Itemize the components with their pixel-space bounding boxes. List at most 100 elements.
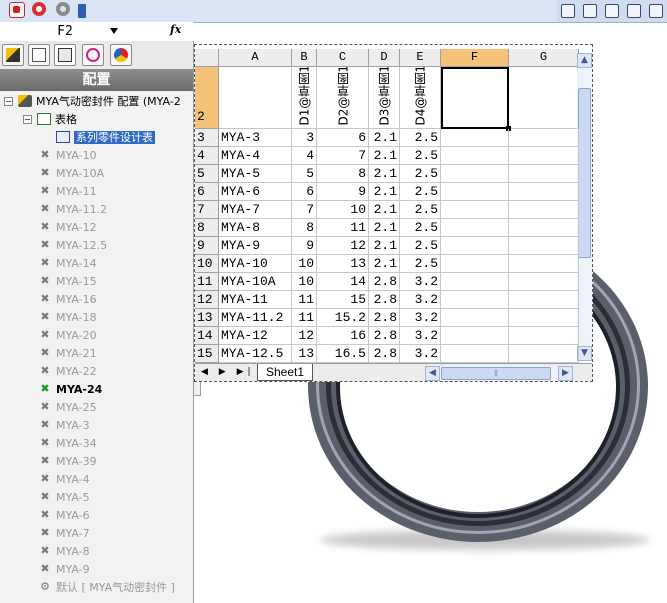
- config-item[interactable]: ✖ MYA-21: [38, 345, 96, 363]
- table-cell[interactable]: [509, 165, 579, 183]
- column-header[interactable]: C: [317, 49, 369, 67]
- table-cell[interactable]: MYA-12.5: [219, 345, 292, 363]
- table-cell[interactable]: 3.2: [400, 273, 441, 291]
- collapse-icon[interactable]: −: [23, 115, 32, 124]
- table-cell[interactable]: 2.5: [400, 129, 441, 147]
- tab-configuration-manager[interactable]: [54, 44, 76, 66]
- table-cell[interactable]: [509, 147, 579, 165]
- name-box-dropdown-icon[interactable]: [110, 28, 118, 34]
- row-header-active[interactable]: 2: [195, 67, 219, 129]
- tree-root[interactable]: − MYA气动密封件 配置 (MYA-2: [4, 93, 181, 111]
- tab-dimxpert[interactable]: [82, 44, 104, 66]
- table-cell[interactable]: 11: [292, 291, 317, 309]
- config-item[interactable]: ✖ MYA-8: [38, 543, 89, 561]
- column-header[interactable]: G: [509, 49, 579, 67]
- table-cell[interactable]: 12: [317, 237, 369, 255]
- header-cell[interactable]: [509, 67, 579, 129]
- table-cell[interactable]: 3.2: [400, 327, 441, 345]
- row-header[interactable]: 3: [195, 129, 219, 147]
- table-cell[interactable]: 6: [317, 129, 369, 147]
- table-cell[interactable]: 2.1: [369, 147, 400, 165]
- table-cell[interactable]: 2.1: [369, 129, 400, 147]
- table-cell[interactable]: MYA-12: [219, 327, 292, 345]
- fx-icon[interactable]: fx: [170, 23, 181, 36]
- table-cell[interactable]: 14: [317, 273, 369, 291]
- config-item[interactable]: ✖ MYA-6: [38, 507, 89, 525]
- horizontal-scrollbar[interactable]: ◀ ⦀ ▶: [425, 366, 573, 381]
- scroll-down-icon[interactable]: ▼: [577, 346, 592, 361]
- table-cell[interactable]: 3.2: [400, 309, 441, 327]
- view-orientation-icon[interactable]: [649, 4, 663, 18]
- row-header[interactable]: 14: [195, 327, 219, 345]
- table-cell[interactable]: MYA-11: [219, 291, 292, 309]
- table-cell[interactable]: [509, 183, 579, 201]
- table-cell[interactable]: MYA-3: [219, 129, 292, 147]
- gear-icon[interactable]: [56, 2, 70, 16]
- table-cell[interactable]: [441, 327, 509, 345]
- table-cell[interactable]: 2.5: [400, 255, 441, 273]
- config-item[interactable]: ✖ MYA-25: [38, 399, 96, 417]
- table-cell[interactable]: 16: [317, 327, 369, 345]
- table-cell[interactable]: MYA-10: [219, 255, 292, 273]
- tab-display-manager[interactable]: [110, 44, 132, 66]
- selected-cell[interactable]: [441, 67, 511, 131]
- table-cell[interactable]: 2.5: [400, 183, 441, 201]
- collapse-icon[interactable]: −: [4, 97, 13, 106]
- table-cell[interactable]: 3.2: [400, 345, 441, 363]
- table-cell[interactable]: 15: [317, 291, 369, 309]
- config-item[interactable]: ✖ MYA-4: [38, 471, 89, 489]
- table-cell[interactable]: 13: [292, 345, 317, 363]
- table-cell[interactable]: 15.2: [317, 309, 369, 327]
- row-header[interactable]: 13: [195, 309, 219, 327]
- column-header[interactable]: A: [219, 49, 292, 67]
- vertical-scroll-thumb[interactable]: [578, 88, 591, 258]
- table-cell[interactable]: [441, 201, 509, 219]
- table-cell[interactable]: 11: [292, 309, 317, 327]
- table-cell[interactable]: 2.8: [369, 273, 400, 291]
- header-cell[interactable]: [219, 67, 292, 129]
- table-cell[interactable]: [441, 291, 509, 309]
- config-item[interactable]: ✖ MYA-11: [38, 183, 96, 201]
- config-item[interactable]: ✖ MYA-7: [38, 525, 89, 543]
- row-header[interactable]: 9: [195, 237, 219, 255]
- config-item[interactable]: ✖ MYA-15: [38, 273, 96, 291]
- table-cell[interactable]: 2.1: [369, 183, 400, 201]
- config-item[interactable]: ✖ MYA-12: [38, 219, 96, 237]
- vertical-scrollbar[interactable]: ▲ ▼: [577, 53, 592, 361]
- config-item[interactable]: ✖ MYA-9: [38, 561, 89, 579]
- table-cell[interactable]: [441, 129, 509, 147]
- pan-icon[interactable]: [605, 4, 619, 18]
- row-header[interactable]: 6: [195, 183, 219, 201]
- config-item[interactable]: ✖ MYA-22: [38, 363, 96, 381]
- header-cell[interactable]: D1@草图1: [292, 67, 317, 129]
- table-cell[interactable]: [441, 345, 509, 363]
- config-item[interactable]: ✖ MYA-10: [38, 147, 96, 165]
- row-header[interactable]: 8: [195, 219, 219, 237]
- table-cell[interactable]: 9: [292, 237, 317, 255]
- table-cell[interactable]: 2.1: [369, 255, 400, 273]
- header-cell[interactable]: D2@草图1: [317, 67, 369, 129]
- table-cell[interactable]: [509, 219, 579, 237]
- table-cell[interactable]: 2.1: [369, 219, 400, 237]
- table-cell[interactable]: MYA-9: [219, 237, 292, 255]
- table-cell[interactable]: 5: [292, 165, 317, 183]
- tab-feature-manager[interactable]: [2, 44, 24, 66]
- header-cell[interactable]: D3@草图1: [369, 67, 400, 129]
- table-cell[interactable]: 10: [292, 255, 317, 273]
- table-cell[interactable]: [441, 273, 509, 291]
- table-cell[interactable]: 2.5: [400, 237, 441, 255]
- table-cell[interactable]: [509, 291, 579, 309]
- record-icon[interactable]: [32, 2, 46, 16]
- table-cell[interactable]: [441, 147, 509, 165]
- config-item-active[interactable]: ✖ MYA-24: [38, 381, 102, 399]
- table-cell[interactable]: 9: [317, 183, 369, 201]
- table-cell[interactable]: 2.8: [369, 345, 400, 363]
- config-item[interactable]: ✖ MYA-11.2: [38, 201, 107, 219]
- pdf-icon[interactable]: [9, 2, 25, 18]
- table-cell[interactable]: [441, 255, 509, 273]
- table-cell[interactable]: 8: [317, 165, 369, 183]
- config-item-default[interactable]: ⚙ 默认 [ MYA气动密封件 ]: [38, 579, 175, 597]
- table-cell[interactable]: 3.2: [400, 291, 441, 309]
- table-cell[interactable]: [509, 201, 579, 219]
- table-cell[interactable]: 2.5: [400, 147, 441, 165]
